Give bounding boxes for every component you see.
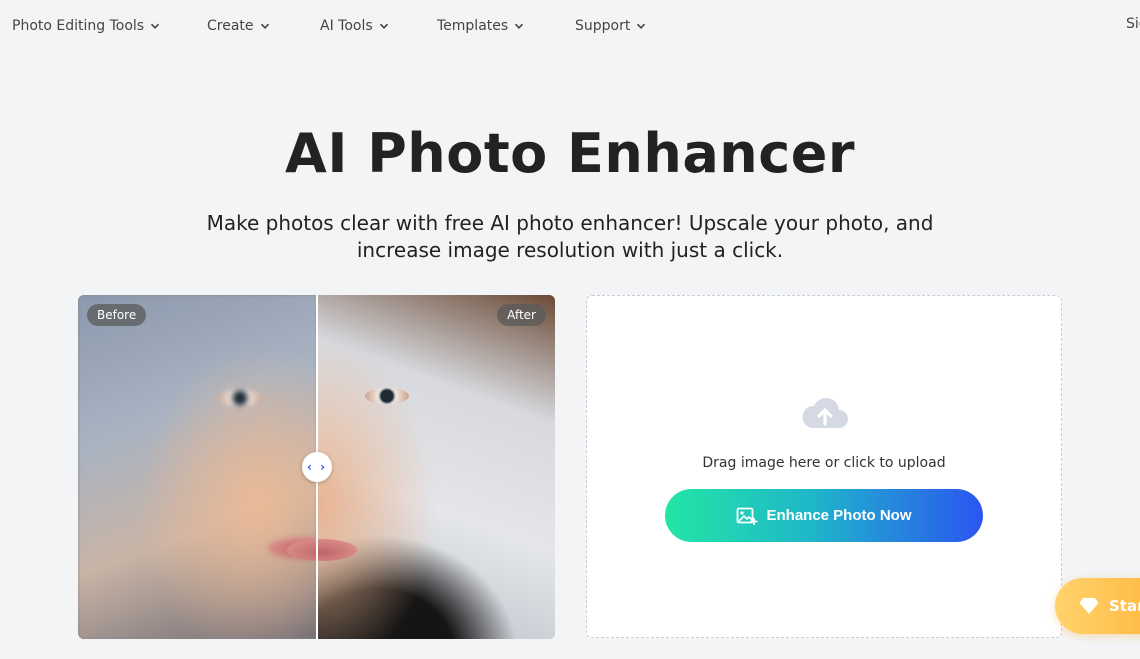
before-badge: Before <box>87 304 147 326</box>
top-nav: Photo Editing Tools Create AI Tools Temp… <box>0 0 1140 52</box>
nav-item-label: AI Tools <box>320 18 373 34</box>
nav-create[interactable]: Create <box>207 16 270 36</box>
chevron-down-icon <box>379 23 388 29</box>
upload-dropzone[interactable]: Drag image here or click to upload Enhan… <box>586 295 1062 638</box>
lips <box>287 539 357 561</box>
chevron-down-icon <box>515 23 524 29</box>
eye <box>218 390 262 406</box>
nav-support[interactable]: Support <box>575 16 646 36</box>
chevron-down-icon <box>260 23 269 29</box>
upload-prompt: Drag image here or click to upload <box>702 455 946 471</box>
before-image <box>78 295 338 639</box>
nav-photo-editing-tools[interactable]: Photo Editing Tools <box>12 16 160 36</box>
diamond-icon <box>1079 598 1099 614</box>
comparison-slider-handle[interactable]: ‹ › <box>302 452 332 482</box>
left-right-arrows-icon: ‹ › <box>306 460 328 474</box>
page-subtitle: Make photos clear with free AI photo enh… <box>206 211 934 262</box>
enhance-button-label: Enhance Photo Now <box>766 507 912 524</box>
before-after-comparison: ‹ › Before After <box>78 295 555 639</box>
nav-item-label: Create <box>207 18 254 34</box>
page-title: AI Photo Enhancer <box>285 122 855 185</box>
eye <box>365 388 409 404</box>
floating-start-button[interactable]: Star <box>1055 578 1140 634</box>
nav-ai-tools[interactable]: AI Tools <box>320 16 389 36</box>
cloud-upload-icon <box>802 397 848 428</box>
nav-item-label: Photo Editing Tools <box>12 18 145 34</box>
enhance-photo-button[interactable]: Enhance Photo Now <box>665 489 983 542</box>
chevron-down-icon <box>151 23 160 29</box>
after-image <box>287 295 555 639</box>
image-add-icon <box>737 507 758 525</box>
nav-templates[interactable]: Templates <box>437 16 524 36</box>
sign-in-link[interactable]: Sig <box>1126 16 1140 32</box>
chevron-down-icon <box>637 23 646 29</box>
floating-button-label: Star <box>1109 597 1140 615</box>
nav-item-label: Templates <box>437 18 509 34</box>
after-badge: After <box>497 304 546 326</box>
nav-item-label: Support <box>575 18 631 34</box>
